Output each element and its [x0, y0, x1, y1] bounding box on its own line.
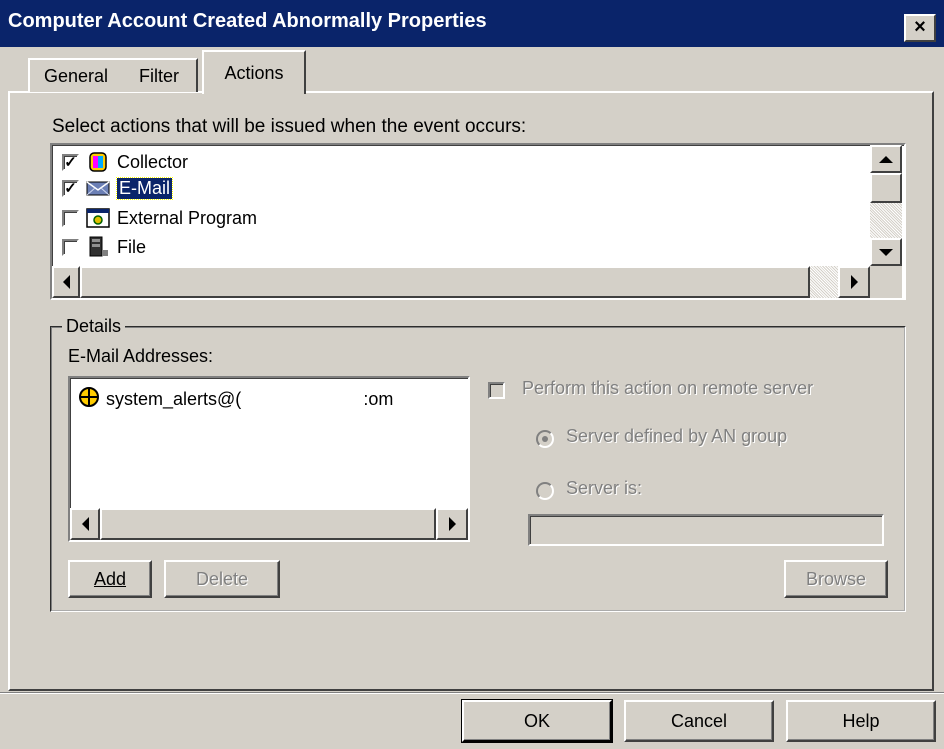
- arrow-right-icon: [850, 275, 858, 289]
- list-item-external-program[interactable]: External Program: [62, 205, 257, 231]
- ok-button[interactable]: OK: [461, 699, 613, 743]
- actions-vscroll-thumb[interactable]: [870, 173, 902, 203]
- delete-button[interactable]: Delete: [164, 560, 280, 598]
- arrow-down-icon: [879, 248, 893, 256]
- list-item-email[interactable]: ✓ E-Mail: [62, 175, 174, 201]
- arrow-left-icon: [81, 517, 89, 531]
- file-checkbox[interactable]: [62, 238, 79, 256]
- add-button[interactable]: Add: [68, 560, 152, 598]
- tab-actions[interactable]: Actions: [202, 50, 306, 94]
- email-addresses-label: E-Mail Addresses:: [68, 346, 214, 366]
- file-label: File: [117, 236, 147, 257]
- remote-server-checkbox[interactable]: [488, 382, 505, 399]
- email-addresses-list[interactable]: system_alerts@( :om: [68, 376, 470, 542]
- server-name-input[interactable]: [528, 514, 884, 546]
- radio-an-group[interactable]: [536, 430, 554, 448]
- email-checkbox[interactable]: ✓: [62, 179, 79, 197]
- radio-dot: [542, 436, 548, 442]
- radio-an-group-label: Server defined by AN group: [566, 426, 788, 446]
- close-button[interactable]: ×: [904, 14, 936, 42]
- tab-filter[interactable]: Filter: [122, 58, 198, 92]
- scroll-right-button[interactable]: [838, 266, 870, 298]
- details-legend: Details: [62, 316, 126, 337]
- email-address-item[interactable]: system_alerts@( :om: [78, 386, 393, 413]
- collector-icon: [85, 151, 111, 173]
- email-label: E-Mail: [115, 176, 174, 200]
- scroll-down-button[interactable]: [870, 238, 902, 266]
- scroll-left-button[interactable]: [52, 266, 80, 298]
- scroll-corner: [870, 266, 902, 298]
- external-program-icon: [85, 207, 111, 229]
- email-scroll-right-button[interactable]: [436, 508, 468, 540]
- external-program-label: External Program: [117, 207, 258, 228]
- email-address-prefix: system_alerts@(: [106, 389, 242, 409]
- browse-button[interactable]: Browse: [784, 560, 888, 598]
- collector-checkbox[interactable]: ✓: [62, 153, 79, 171]
- actions-list[interactable]: ✓ Collector ✓ E-Mail External Program Fi…: [50, 143, 906, 300]
- email-address-icon: [78, 386, 100, 413]
- tab-general[interactable]: General: [28, 58, 124, 92]
- radio-server-is[interactable]: [536, 482, 554, 500]
- arrow-right-icon: [448, 517, 456, 531]
- help-button[interactable]: Help: [786, 700, 936, 742]
- window-title: Computer Account Created Abnormally Prop…: [8, 10, 487, 32]
- email-scroll-left-button[interactable]: [70, 508, 100, 540]
- radio-server-is-label: Server is:: [566, 478, 643, 498]
- arrow-left-icon: [62, 275, 70, 289]
- email-address-suffix: :om: [363, 389, 394, 409]
- actions-hscroll-thumb[interactable]: [80, 266, 810, 298]
- actions-instruction-label: Select actions that will be issued when …: [52, 116, 527, 137]
- scroll-up-button[interactable]: [870, 145, 902, 173]
- add-button-label: Add: [93, 569, 127, 589]
- footer-separator: [0, 692, 944, 694]
- email-icon: [85, 177, 111, 199]
- list-item-file[interactable]: File: [62, 234, 146, 260]
- cancel-button[interactable]: Cancel: [624, 700, 774, 742]
- arrow-up-icon: [879, 155, 893, 163]
- remote-server-label: Perform this action on remote server: [522, 378, 814, 398]
- external-program-checkbox[interactable]: [62, 209, 79, 227]
- email-hscroll-thumb[interactable]: [100, 508, 436, 540]
- collector-label: Collector: [117, 151, 189, 172]
- list-item-collector[interactable]: ✓ Collector: [62, 149, 188, 175]
- file-icon: [85, 236, 111, 258]
